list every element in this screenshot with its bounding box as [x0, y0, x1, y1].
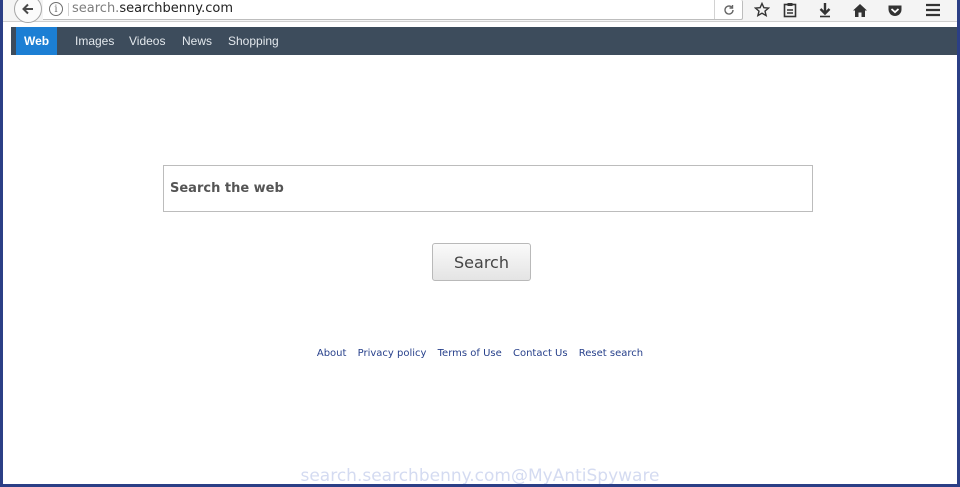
url-prefix: search. [72, 1, 120, 16]
nav-tab-news[interactable]: News [174, 27, 220, 55]
reload-icon [723, 4, 734, 15]
footer-link-terms-of-use[interactable]: Terms of Use [438, 348, 502, 359]
footer-links: About Privacy policy Terms of Use Contac… [3, 348, 957, 359]
nav-tab-images[interactable]: Images [67, 27, 122, 55]
clipboard-icon [783, 3, 797, 18]
download-button[interactable] [815, 1, 835, 19]
url-bar[interactable]: i search.searchbenny.com [43, 0, 743, 20]
browser-toolbar: i search.searchbenny.com [3, 0, 957, 23]
hamburger-menu-icon [926, 3, 940, 17]
info-icon[interactable]: i [49, 2, 63, 16]
watermark-text: search.searchbenny.com@MyAntiSpyware [300, 466, 660, 484]
home-icon [853, 3, 867, 17]
nav-tab-shopping[interactable]: Shopping [220, 27, 287, 55]
download-icon [819, 3, 831, 18]
nav-tab-web[interactable]: Web [16, 27, 58, 55]
search-nav-bar: Web Images Videos News Shopping [11, 27, 957, 55]
footer-link-privacy-policy[interactable]: Privacy policy [358, 348, 427, 359]
url-domain: searchbenny.com [119, 1, 233, 16]
browser-window: i search.searchbenny.com Web Images Vide… [3, 0, 957, 484]
footer-link-reset-search[interactable]: Reset search [579, 348, 643, 359]
url-separator [68, 3, 69, 16]
menu-button[interactable] [923, 1, 943, 19]
nav-tab-videos[interactable]: Videos [121, 27, 173, 55]
home-button[interactable] [850, 1, 870, 19]
back-button[interactable] [14, 0, 42, 23]
url-text[interactable]: search.searchbenny.com [72, 1, 233, 16]
reading-list-button[interactable] [780, 1, 800, 19]
search-input[interactable] [164, 166, 812, 211]
bookmark-button[interactable] [752, 1, 772, 19]
pocket-icon [888, 5, 902, 16]
footer-link-contact-us[interactable]: Contact Us [513, 348, 568, 359]
reload-button[interactable] [714, 0, 742, 19]
search-box [163, 165, 813, 212]
back-arrow-icon [22, 3, 33, 15]
star-icon [754, 2, 770, 18]
search-button[interactable]: Search [432, 243, 531, 281]
footer-link-about[interactable]: About [317, 348, 347, 359]
pocket-button[interactable] [885, 1, 905, 19]
